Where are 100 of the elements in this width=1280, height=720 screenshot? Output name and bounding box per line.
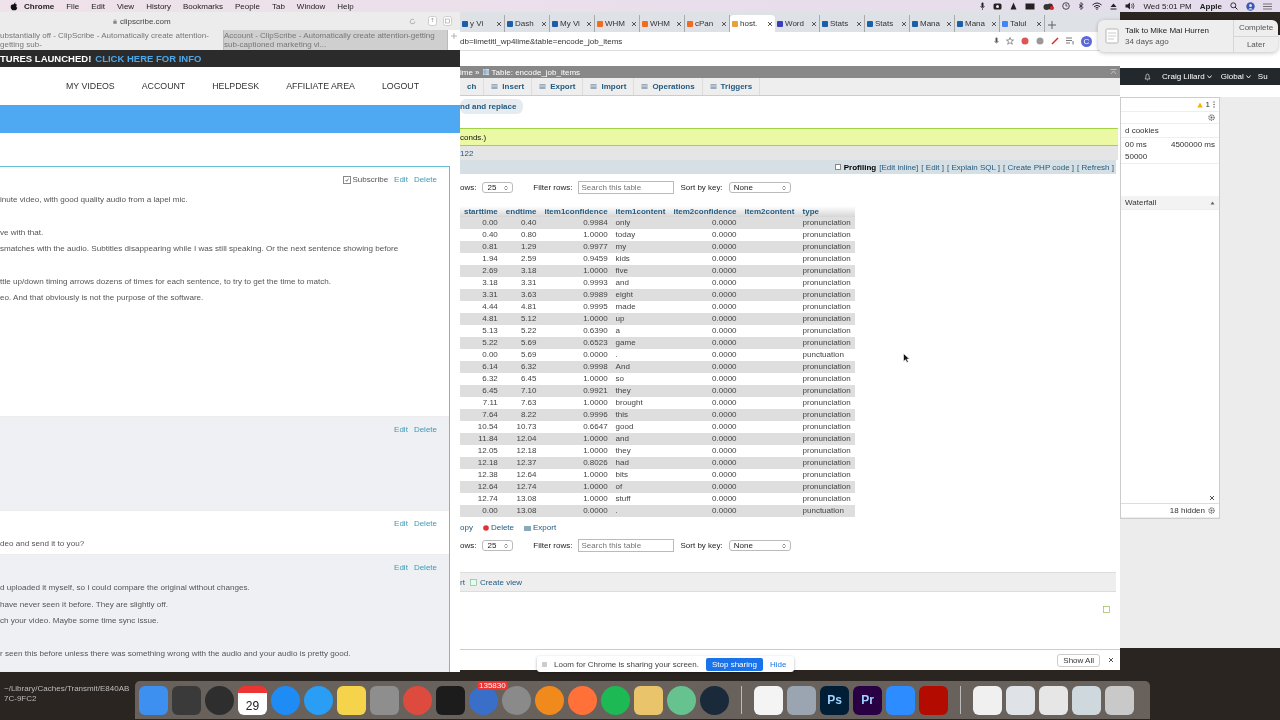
browser-tab[interactable]: host. xyxy=(730,15,775,32)
eject-icon[interactable] xyxy=(1110,2,1118,10)
app-icon[interactable] xyxy=(754,685,783,715)
rows-select[interactable]: 25 xyxy=(482,182,514,193)
hide-link[interactable]: Hide xyxy=(769,659,787,669)
camera-icon[interactable] xyxy=(993,2,1003,10)
show-all-button[interactable]: Show All xyxy=(1057,653,1100,667)
menu-item[interactable]: Help xyxy=(331,1,360,11)
app-icon[interactable] xyxy=(568,685,597,715)
close-icon[interactable] xyxy=(676,20,682,27)
column-header[interactable]: type xyxy=(798,206,855,217)
query-link[interactable]: [ Explain SQL ] xyxy=(947,162,1001,172)
close-icon[interactable] xyxy=(811,20,817,27)
nav-link[interactable]: ACCOUNT xyxy=(141,81,186,91)
browser-tab[interactable]: WHM xyxy=(595,15,640,32)
user-menu[interactable]: Apple xyxy=(1199,1,1222,11)
app-icon[interactable] xyxy=(700,685,729,715)
browser-tab[interactable]: Mana xyxy=(955,15,1000,32)
browser-tab[interactable]: ubstantially off - ClipScribe - Automatically create attention-getting sub- xyxy=(0,30,224,50)
action-link[interactable]: rt xyxy=(460,577,465,587)
app-icon[interactable] xyxy=(787,685,816,715)
settings-icon[interactable] xyxy=(1208,507,1215,514)
address-field[interactable]: db=limetitl_wp4lime&table=encode_job_items xyxy=(460,36,987,46)
menu-item[interactable]: Edit xyxy=(85,1,111,11)
menu-item[interactable]: Window xyxy=(290,1,332,11)
menu-item[interactable]: History xyxy=(140,1,177,11)
filter-field[interactable]: Search this table xyxy=(578,181,675,194)
notification-button[interactable]: Complete xyxy=(1234,20,1278,36)
nav-link[interactable]: HELPDESK xyxy=(212,81,260,91)
nav-link[interactable]: AFFILIATE AREA xyxy=(286,81,355,91)
close-icon[interactable] xyxy=(991,20,997,27)
column-header[interactable]: endtime xyxy=(501,206,541,217)
app-icon[interactable] xyxy=(337,685,366,715)
browser-tab[interactable]: My Vi xyxy=(550,15,595,32)
profile-avatar[interactable]: C xyxy=(1081,35,1092,47)
profiling-checkbox[interactable] xyxy=(834,164,841,170)
volume-icon[interactable] xyxy=(1125,2,1136,10)
menu-item[interactable]: People xyxy=(229,1,266,11)
close-icon[interactable] xyxy=(1036,20,1042,27)
cloud-icon[interactable] xyxy=(1043,2,1055,10)
settings-icon[interactable] xyxy=(1208,114,1215,121)
app-icon[interactable] xyxy=(1072,685,1101,715)
query-link[interactable]: [ Create PHP code ] xyxy=(1003,162,1075,172)
tab[interactable]: Import xyxy=(583,78,635,95)
browser-tab[interactable]: Mana xyxy=(910,15,955,32)
query-link[interactable]: [Edit inline] xyxy=(879,162,919,172)
browser-tab[interactable]: Talul xyxy=(1000,15,1045,32)
app-icon[interactable] xyxy=(634,685,663,715)
action-link[interactable]: Export xyxy=(533,523,557,532)
nav-link[interactable]: LOGOUT xyxy=(381,81,420,91)
find-replace-link[interactable]: nd and replace xyxy=(460,99,524,114)
close-icon[interactable] xyxy=(631,20,637,27)
sort-select[interactable]: None xyxy=(728,182,791,193)
column-header[interactable]: item1confidence xyxy=(540,206,612,217)
tab[interactable]: Triggers xyxy=(702,78,761,95)
menu-item[interactable]: Su xyxy=(1257,72,1268,81)
menu-item[interactable]: Bookmarks xyxy=(177,1,230,11)
star-icon[interactable] xyxy=(1006,37,1014,45)
app-icon[interactable] xyxy=(601,685,630,715)
browser-tab[interactable]: Stats xyxy=(865,15,910,32)
sort-select[interactable]: None xyxy=(728,540,791,551)
subscribe-checkbox[interactable] xyxy=(342,175,351,184)
cone-icon[interactable] xyxy=(1010,2,1018,10)
close-icon[interactable] xyxy=(767,20,773,27)
app-icon[interactable] xyxy=(1006,685,1035,715)
close-icon[interactable] xyxy=(901,20,907,27)
query-link[interactable]: [ Refresh ] xyxy=(1077,162,1114,172)
browser-tab[interactable]: WHM xyxy=(640,15,685,32)
bell-icon[interactable] xyxy=(1144,72,1151,81)
close-icon[interactable] xyxy=(1108,657,1114,663)
app-icon[interactable] xyxy=(1105,685,1134,715)
browser-tab[interactable]: Dash xyxy=(505,15,550,32)
bluetooth-icon[interactable] xyxy=(1078,2,1085,10)
app-icon[interactable] xyxy=(667,685,696,715)
avatar-icon[interactable] xyxy=(1246,1,1255,11)
browser-tab[interactable]: Word xyxy=(775,15,820,32)
column-header[interactable]: starttime xyxy=(460,206,502,217)
search-icon[interactable] xyxy=(1230,2,1238,10)
menu-item[interactable]: View xyxy=(110,1,141,11)
pen-icon[interactable] xyxy=(1051,37,1059,45)
tab[interactable]: Operations xyxy=(634,78,703,95)
app-icon[interactable]: Pr xyxy=(853,685,882,715)
filter-field[interactable]: Search this table xyxy=(578,539,675,552)
action-link[interactable]: Delete xyxy=(490,523,515,532)
column-header[interactable]: item2confidence xyxy=(669,206,741,217)
clock-text[interactable]: Wed 5:01 PM xyxy=(1143,1,1192,11)
notification-button[interactable]: Later xyxy=(1234,35,1278,52)
tab[interactable]: Insert xyxy=(484,78,533,95)
app-icon[interactable] xyxy=(535,685,564,715)
query-link[interactable]: [ Edit ] xyxy=(921,162,945,172)
microphone-icon[interactable] xyxy=(994,37,999,45)
close-icon[interactable] xyxy=(721,20,727,27)
region-menu[interactable]: Global xyxy=(1220,72,1251,81)
display-icon[interactable] xyxy=(1025,2,1036,10)
close-icon[interactable] xyxy=(856,20,862,27)
wifi-icon[interactable] xyxy=(1092,2,1103,10)
action-link[interactable]: Create view xyxy=(479,577,523,587)
nav-link[interactable]: MY VIDEOS xyxy=(66,81,115,91)
close-icon[interactable] xyxy=(496,20,502,27)
app-icon[interactable]: 29 xyxy=(238,685,267,715)
